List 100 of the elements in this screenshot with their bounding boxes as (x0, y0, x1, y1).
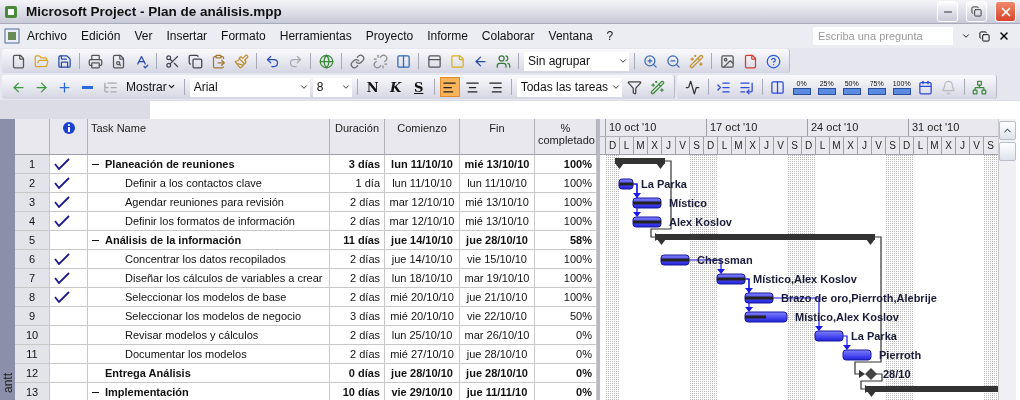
menu-item[interactable]: Informe (420, 29, 475, 43)
align-center-icon (465, 79, 481, 95)
menu-item[interactable]: Proyecto (358, 29, 421, 43)
resource-label: Chessman (697, 253, 753, 266)
row-number: 7 (28, 272, 36, 284)
bold-button[interactable]: N (362, 77, 383, 97)
start-date-cell: jue 28/10/10 (391, 367, 453, 379)
row-number: 8 (28, 291, 36, 303)
globe-icon (318, 53, 334, 69)
font-select[interactable]: Arial (189, 77, 310, 97)
column-header[interactable]: % completado (538, 122, 593, 146)
row-number: 9 (28, 310, 36, 322)
font-size-select[interactable]: 8 (312, 77, 352, 97)
task-bar (814, 330, 844, 342)
task-name: Definir los formatos de información (125, 215, 295, 227)
caret-icon (166, 82, 176, 91)
redo-icon (287, 53, 303, 69)
users-icon (495, 53, 511, 69)
day-label: D (605, 136, 619, 154)
restore-button[interactable] (966, 1, 987, 22)
start-date-cell: mié 20/10/10 (390, 291, 454, 303)
day-label: S (689, 136, 703, 154)
resource-label: 28/10 (883, 367, 911, 380)
underline-button[interactable]: S (408, 77, 429, 97)
close-button[interactable] (995, 1, 1016, 22)
day-label: M (633, 136, 647, 154)
resource-label: Místico,Alex Koslov (753, 272, 857, 285)
unlink-icon (372, 53, 388, 69)
duration-cell: 2 días (350, 291, 380, 303)
duration-cell: 2 días (350, 253, 380, 265)
minimize-button[interactable] (937, 1, 958, 22)
task-name: Revisar modelos y cálculos (125, 329, 259, 341)
column-header[interactable]: Task Name (91, 122, 326, 134)
day-label: S (787, 136, 801, 154)
align-left-icon (442, 79, 458, 95)
finish-date-cell: jue 11/11/10 (466, 386, 528, 398)
duration-cell: 3 días (348, 158, 380, 170)
bell-icon (941, 79, 957, 95)
align-left-button[interactable] (439, 77, 460, 97)
day-label: L (815, 136, 829, 154)
day-label: S (983, 136, 997, 154)
menu-item[interactable]: Insertar (159, 29, 215, 43)
info-icon (62, 122, 75, 134)
week-label: 10 oct '10 (605, 119, 706, 136)
network-icon (972, 79, 988, 95)
task-name: Diseñar los cálculos de variables a crear (125, 272, 323, 284)
scroll-thumb[interactable] (999, 142, 1016, 161)
finish-date-cell: mié 13/10/10 (465, 196, 529, 208)
help-search-field[interactable]: Escriba una pregunta (813, 27, 953, 45)
column-header[interactable]: Duración (333, 122, 381, 134)
menu-item[interactable]: ? (599, 29, 621, 43)
day-label: D (703, 136, 717, 154)
finish-date-cell: jue 28/10/10 (466, 234, 528, 246)
link-button[interactable] (347, 51, 367, 71)
paintbrush-icon (233, 53, 249, 69)
close-icon[interactable] (998, 30, 1010, 42)
start-date-cell: lun 18/10/10 (391, 272, 453, 284)
caret-icon (618, 56, 628, 66)
start-date-cell: lun 11/10/10 (392, 177, 452, 189)
task-name: Definir a los contactos clave (125, 177, 262, 189)
group-by-select[interactable]: Sin agrupar (524, 51, 629, 71)
column-header[interactable]: Fin (463, 122, 531, 134)
duration-cell: 2 días (350, 215, 380, 227)
day-label: V (969, 136, 983, 154)
resource-label: La Parka (641, 177, 687, 190)
restore-icon[interactable] (979, 30, 990, 42)
percent-complete-cell: 100% (563, 291, 592, 303)
finish-date-cell: lun 11/10/10 (467, 177, 527, 189)
start-date-cell: jue 14/10/10 (391, 234, 453, 246)
filter-select[interactable]: Todas las tareas (516, 77, 622, 97)
entry-field[interactable] (150, 101, 1020, 121)
menu-item[interactable]: Formato (214, 29, 273, 43)
finish-date-cell: jue 28/10/10 (466, 367, 528, 379)
menu-item[interactable]: Colaborar (474, 29, 542, 43)
scroll-up-button[interactable] (999, 121, 1016, 140)
save-icon (56, 53, 72, 69)
undo-icon (264, 53, 280, 69)
italic-button[interactable]: K (385, 77, 406, 97)
menu-item[interactable]: Ver (127, 29, 160, 43)
percent-complete-cell: 100% (563, 196, 592, 208)
day-label: M (731, 136, 745, 154)
column-header[interactable]: Comienzo (388, 122, 456, 134)
zoom-out-icon (665, 53, 681, 69)
duration-cell: 2 días (350, 329, 380, 341)
picture-frame-icon (719, 53, 735, 69)
show-menu-button[interactable]: Mostrar (123, 77, 179, 97)
menu-item[interactable]: Archivo (20, 29, 74, 43)
unlink-button[interactable] (370, 51, 390, 71)
day-label: D (801, 136, 815, 154)
folder-icon (33, 53, 49, 69)
percent-complete-cell: 100% (563, 272, 592, 284)
caret-icon[interactable] (961, 31, 971, 41)
start-date-cell: mar 12/10/10 (389, 196, 455, 208)
printer-icon (87, 53, 103, 69)
menu-item[interactable]: Edición (74, 29, 128, 43)
menu-item[interactable]: Ventana (541, 29, 600, 43)
finish-date-cell: jue 28/10/10 (466, 348, 528, 360)
menu-item[interactable]: Herramientas (272, 29, 359, 43)
finish-date-cell: mar 19/10/10 (464, 272, 530, 284)
task-name: Concentrar los datos recopilados (125, 253, 286, 265)
